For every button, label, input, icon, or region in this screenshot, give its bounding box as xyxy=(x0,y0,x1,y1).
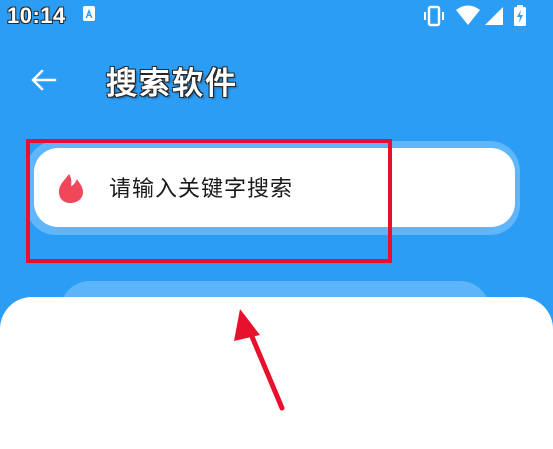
search-placeholder: 请输入关键字搜索 xyxy=(109,177,294,202)
page-title: 搜索软件 xyxy=(106,66,238,102)
battery-charging-icon xyxy=(514,5,526,26)
flame-logo-icon xyxy=(56,172,86,204)
bottom-sheet xyxy=(0,297,553,449)
accessibility-app-icon xyxy=(83,6,95,21)
signal-icon xyxy=(485,7,503,25)
app-screen: 10:14 搜索软件 请输入关键字搜索 xyxy=(0,0,553,449)
status-bar: 10:14 xyxy=(0,0,553,34)
status-icons xyxy=(423,4,543,28)
arrow-left-icon xyxy=(31,69,57,91)
wifi-icon xyxy=(456,5,480,25)
back-button[interactable] xyxy=(28,64,60,96)
vibrate-icon xyxy=(424,5,444,27)
status-time: 10:14 xyxy=(7,3,66,28)
